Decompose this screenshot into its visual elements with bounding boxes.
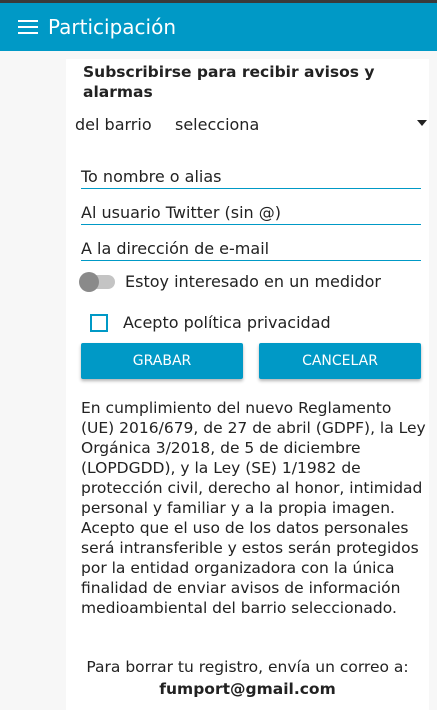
page-title: Participación <box>48 15 177 39</box>
footer-text: Para borrar tu registro, envía un correo… <box>86 658 409 676</box>
privacy-label: Acepto política privacidad <box>123 313 331 332</box>
dropdown-arrow-icon <box>417 120 427 126</box>
twitter-input[interactable]: Al usuario Twitter (sin @) <box>81 203 421 225</box>
cancel-button[interactable]: CANCELAR <box>259 343 421 379</box>
barrio-label: del barrio <box>75 115 152 134</box>
privacy-checkbox[interactable] <box>90 313 108 332</box>
barrio-value: selecciona <box>175 115 260 134</box>
footer: Para borrar tu registro, envía un correo… <box>66 656 429 700</box>
privacy-checkbox-row[interactable]: Acepto política privacidad <box>90 313 331 332</box>
form-heading: Subscribirse para recibir avisos y alarm… <box>83 63 375 101</box>
email-input[interactable]: A la dirección de e-mail <box>81 239 421 261</box>
name-input[interactable]: To nombre o alias <box>81 167 421 189</box>
legal-text: En cumplimiento del nuevo Reglamento (UE… <box>81 399 426 617</box>
subscribe-form: Subscribirse para recibir avisos y alarm… <box>66 59 429 710</box>
barrio-select[interactable]: del barrio selecciona <box>75 115 427 134</box>
save-button[interactable]: GRABAR <box>81 343 243 379</box>
app-bar: Participación <box>0 3 437 51</box>
contact-email[interactable]: fumport@gmail.com <box>66 678 429 700</box>
hamburger-icon[interactable] <box>18 20 38 34</box>
medidor-label: Estoy interesado en un medidor <box>125 272 381 291</box>
toggle-switch[interactable] <box>79 271 115 292</box>
medidor-toggle[interactable]: Estoy interesado en un medidor <box>79 271 381 292</box>
